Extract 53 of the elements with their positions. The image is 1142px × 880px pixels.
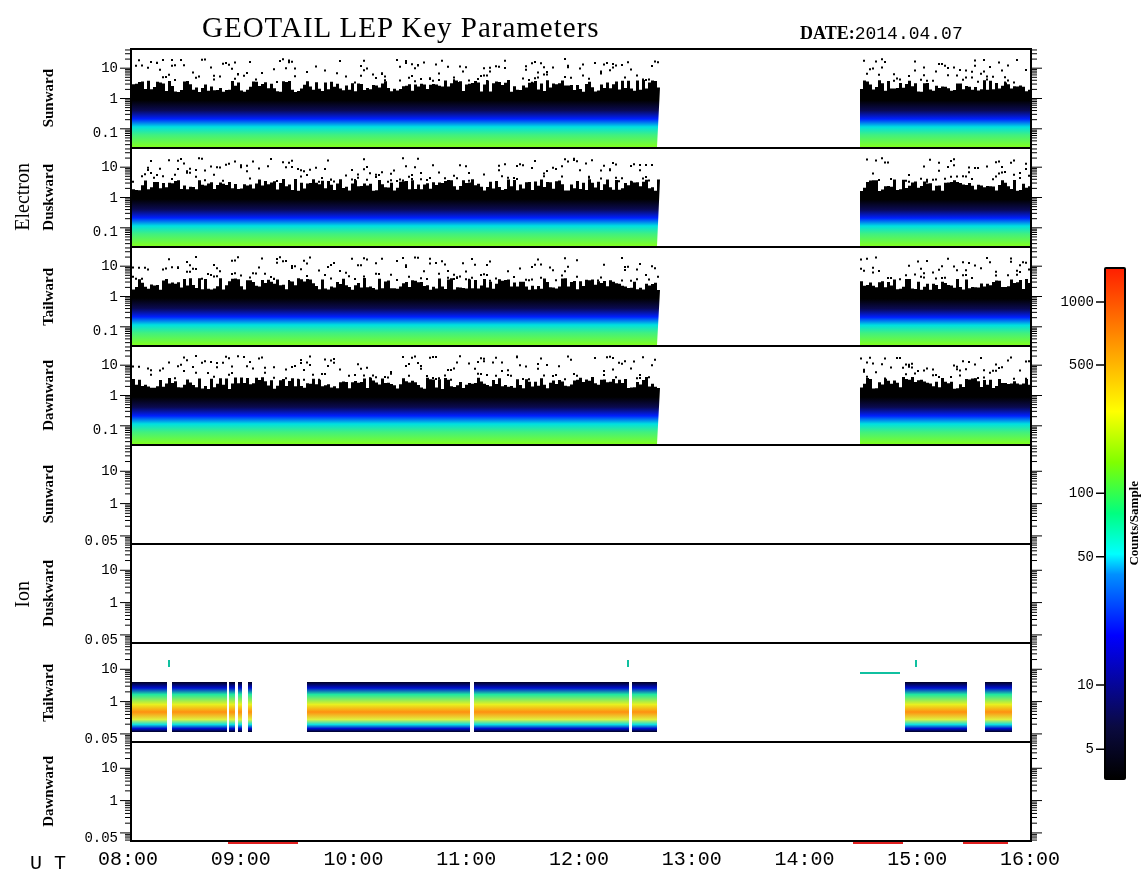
colorbar-tick-label: 50 <box>1077 549 1094 564</box>
y-tick-label: 0.05 <box>84 830 118 845</box>
plot-title: GEOTAIL LEP Key Parameters <box>202 11 601 44</box>
colorbar-tick-label: 5 <box>1085 742 1094 757</box>
y-tick-label: 1 <box>109 793 118 808</box>
x-tick-label: 15:00 <box>887 850 948 870</box>
colorbar-label: Counts/Sample <box>1126 481 1142 566</box>
x-tick-label: 10:00 <box>323 850 384 870</box>
x-tick-label: 13:00 <box>661 850 722 870</box>
y-tick-label: 0.1 <box>92 422 118 437</box>
y-tick-label: 10 <box>101 464 118 479</box>
y-tick-label: 10 <box>101 662 118 677</box>
colorbar-tick-label: 100 <box>1068 486 1094 501</box>
date-label: DATE: <box>800 23 855 44</box>
y-tick-label: 10 <box>101 259 118 274</box>
y-tick-label: 1 <box>109 289 118 304</box>
colorbar-tick-label: 10 <box>1077 678 1094 693</box>
y-tick-label: 0.05 <box>84 533 118 548</box>
direction-label: Sunward <box>39 465 57 524</box>
direction-label: Duskward <box>39 164 57 231</box>
y-tick-label: 0.05 <box>84 731 118 746</box>
y-tick-label: 1 <box>109 595 118 610</box>
direction-label: Dawnward <box>39 360 57 431</box>
species-label: Ion <box>11 580 34 608</box>
y-tick-label: 1 <box>109 190 118 205</box>
direction-label: Tailward <box>39 663 57 722</box>
y-tick-label: 10 <box>101 563 118 578</box>
y-tick-label: 1 <box>109 496 118 511</box>
y-tick-label: 10 <box>101 160 118 175</box>
direction-label: Sunward <box>39 69 57 128</box>
x-tick-label: 09:00 <box>210 850 271 870</box>
y-tick-label: 0.05 <box>84 632 118 647</box>
direction-label: Tailward <box>39 267 57 326</box>
y-tick-label: 1 <box>109 91 118 106</box>
y-tick-label: 10 <box>101 61 118 76</box>
y-tick-label: 1 <box>109 388 118 403</box>
y-tick-label: 0.1 <box>92 224 118 239</box>
direction-label: Duskward <box>39 560 57 627</box>
x-tick-label: 11:00 <box>436 850 497 870</box>
date-value: 2014.04.07 <box>854 24 963 44</box>
colorbar-tick-label: 500 <box>1068 357 1094 372</box>
y-tick-label: 10 <box>101 358 118 373</box>
y-tick-label: 10 <box>101 761 118 776</box>
x-tick-label: 16:00 <box>1000 850 1060 870</box>
x-tick-label: 12:00 <box>549 850 609 870</box>
y-tick-label: 0.1 <box>92 323 118 338</box>
species-label: Electron <box>11 163 34 231</box>
x-tick-label: 08:00 <box>98 850 158 870</box>
direction-label: Dawnward <box>39 756 57 827</box>
y-tick-label: 1 <box>109 694 118 709</box>
y-tick-label: 0.1 <box>92 125 118 140</box>
x-tick-label: 14:00 <box>774 850 835 870</box>
colorbar-tick-label: 1000 <box>1060 294 1094 309</box>
